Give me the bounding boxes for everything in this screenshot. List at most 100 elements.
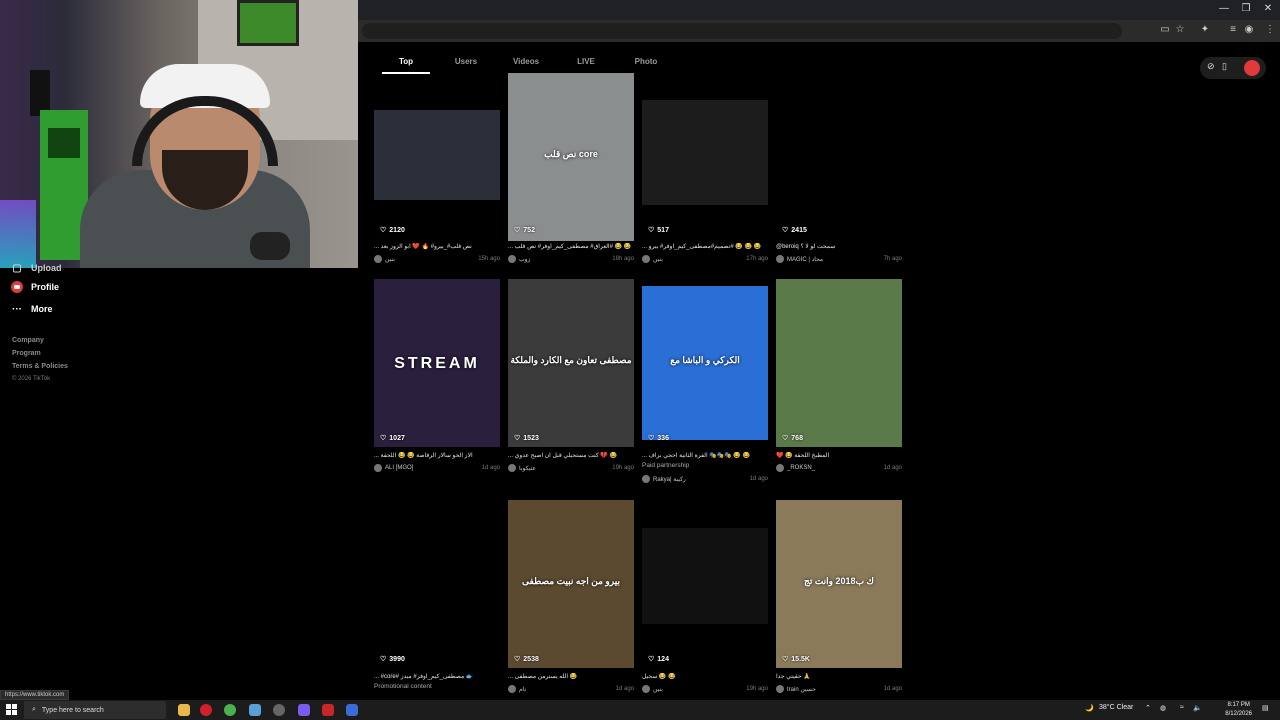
notifications-icon[interactable]: ▤	[1262, 704, 1269, 712]
tab-videos[interactable]: Videos	[496, 52, 556, 74]
video-caption[interactable]: ... العراق# مصطفى_كيم_اوفر# نص قلب# 😂 😂	[508, 243, 634, 250]
video-caption[interactable]: ❤️ 😂 المطبخ اللحقة	[776, 452, 902, 459]
author-avatar[interactable]	[642, 475, 650, 483]
tab-photo[interactable]: Photo	[616, 52, 676, 74]
thumbnail-text: مصطفى تعاون مع الكارد والملكة	[510, 354, 632, 365]
video-thumbnail[interactable]: ك ب2018 وانت تج	[776, 500, 902, 668]
restore-icon[interactable]: ❐	[1235, 3, 1257, 14]
cast-icon[interactable]: ▭	[1158, 24, 1172, 35]
author-avatar[interactable]	[508, 255, 516, 263]
video-caption[interactable]: ... تصميم#مصطفى_كيم_اوفر# بيرو# 😂 😂 😂	[642, 243, 768, 250]
phone-icon[interactable]: ▯	[1222, 61, 1227, 72]
video-caption[interactable]: ... الله يسترمن مصطفى 😂	[508, 673, 634, 680]
author-avatar[interactable]	[508, 464, 516, 472]
video-caption[interactable]: ... الاز الحو سالار الرقاصة 😂 😂 اللحقة	[374, 452, 500, 459]
video-meta: بنين 15h ago	[374, 255, 500, 263]
author-name[interactable]: عثيكوبا	[519, 465, 536, 472]
extensions-icon[interactable]: ✦	[1198, 24, 1212, 35]
taskbar-search[interactable]: ⌕ Type here to search	[24, 701, 166, 719]
obs-icon[interactable]	[273, 704, 285, 716]
video-thumbnail[interactable]: بيرو من اجه نبيت مصطفى	[508, 500, 634, 668]
video-caption[interactable]: حقيتي جدا 🙏	[776, 673, 902, 680]
bookmark-star-icon[interactable]: ☆	[1173, 24, 1187, 35]
author-name[interactable]: بنين	[653, 686, 663, 693]
author-avatar[interactable]	[508, 685, 516, 693]
author-name[interactable]: بنين	[385, 256, 395, 263]
author-avatar[interactable]	[374, 255, 382, 263]
video-caption[interactable]: سحيل 😂 😂	[642, 673, 768, 680]
video-thumbnail[interactable]: STREAM	[374, 279, 500, 447]
sidebar-item-more[interactable]: ··· More	[11, 303, 53, 315]
heart-icon: ♡	[648, 227, 655, 234]
video-thumbnail[interactable]: مصطفى تعاون مع الكارد والملكة	[508, 279, 634, 447]
like-count-value: 1027	[389, 434, 405, 442]
video-thumbnail[interactable]	[642, 528, 768, 624]
footer-link-company[interactable]: Company	[12, 337, 44, 344]
video-thumbnail[interactable]	[374, 547, 500, 621]
wifi-icon[interactable]: ≈	[1180, 704, 1184, 711]
clock[interactable]: 8:17 PM 8/12/2026	[1225, 701, 1252, 719]
app-icon[interactable]	[346, 704, 358, 716]
file-explorer-icon[interactable]	[178, 704, 190, 716]
tab-users[interactable]: Users	[436, 52, 496, 74]
discord-icon[interactable]	[298, 704, 310, 716]
browser-titlebar: — ❐ ✕	[358, 0, 1280, 20]
sidebar-item-profile[interactable]: Profile	[11, 281, 59, 293]
sidebar-item-label: More	[31, 304, 53, 314]
tab-live[interactable]: LIVE	[556, 52, 616, 74]
posted-time: 18h ago	[612, 256, 634, 262]
volume-icon[interactable]: 🔈	[1193, 704, 1202, 712]
windows-start-icon[interactable]	[6, 704, 18, 716]
status-url: https://www.tiktok.com	[0, 690, 70, 700]
author-name[interactable]: train حسين	[787, 686, 816, 693]
compass-icon[interactable]: ⊘	[1207, 61, 1215, 72]
opera-icon[interactable]	[200, 704, 212, 716]
profile-avatar-icon[interactable]: ◉	[1242, 24, 1256, 35]
sidebar: ▢ Upload Profile ··· More Company Progra…	[0, 263, 358, 700]
video-caption[interactable]: ... #core# مصطفى_كيم_اوفر# ميدز 🐟	[374, 673, 500, 680]
footer-link-terms[interactable]: Terms & Policies	[12, 363, 68, 370]
author-avatar[interactable]	[642, 255, 650, 263]
minimize-icon[interactable]: —	[1213, 3, 1235, 14]
video-thumbnail[interactable]	[776, 279, 902, 447]
sidebar-item-label: Profile	[31, 282, 60, 292]
record-icon[interactable]	[1244, 60, 1260, 76]
recorder-icon[interactable]	[322, 704, 334, 716]
close-window-icon[interactable]: ✕	[1257, 3, 1279, 14]
chrome-icon[interactable]	[224, 704, 236, 716]
video-caption[interactable]: ... نص قلب#_بيرو# 🔥 ❤️ ابو الزوز بعد	[374, 243, 500, 250]
author-name[interactable]: Rakya| ركيبة	[653, 476, 686, 483]
tray-chevron-icon[interactable]: ⌃	[1145, 704, 1151, 712]
video-thumbnail[interactable]	[374, 110, 500, 200]
video-caption[interactable]: ... الفرة الثانية احجي بزاف 🎭🎭🎭 😂 😂	[642, 452, 768, 459]
video-caption[interactable]: @beroiq سمحت لو لا ؟	[776, 243, 902, 250]
menu-list-icon[interactable]: ≡	[1226, 24, 1240, 35]
author-avatar[interactable]	[374, 464, 382, 472]
video-thumbnail[interactable]	[642, 100, 768, 205]
tab-top[interactable]: Top	[376, 52, 436, 74]
author-avatar[interactable]	[642, 685, 650, 693]
taskbar: ⌕ Type here to search 🌙 38°C Clear ⌃ ◍ ≈…	[0, 700, 1280, 720]
address-bar[interactable]	[362, 23, 1122, 39]
author-name[interactable]: نام	[519, 686, 526, 693]
sidebar-item-upload[interactable]: ▢ Upload	[11, 262, 61, 274]
notepad-icon[interactable]	[249, 704, 261, 716]
network-icon[interactable]: ◍	[1160, 704, 1166, 712]
footer-link-program[interactable]: Program	[12, 350, 41, 357]
video-thumbnail[interactable]	[776, 73, 902, 241]
video-caption[interactable]: ... كنت مستحيلي قبل ان اصبح عدوي 💔 😂	[508, 452, 634, 459]
browser-menu-icon[interactable]: ⋮	[1263, 24, 1277, 35]
video-thumbnail[interactable]: الكركي و الباشا مع	[642, 286, 768, 440]
heart-icon: ♡	[648, 435, 655, 442]
author-name[interactable]: بنين	[653, 256, 663, 263]
like-count: ♡ 2415	[782, 226, 807, 235]
video-thumbnail[interactable]: نص قلب core	[508, 73, 634, 241]
author-name[interactable]: MAGIC | مجاد	[787, 256, 823, 263]
author-avatar[interactable]	[776, 464, 784, 472]
author-avatar[interactable]	[776, 255, 784, 263]
author-avatar[interactable]	[776, 685, 784, 693]
author-name[interactable]: ALI [MGO]	[385, 465, 413, 471]
author-name[interactable]: _ROKSN_	[787, 465, 815, 471]
author-name[interactable]: زوب	[519, 256, 530, 263]
like-count-value: 2538	[523, 655, 539, 663]
